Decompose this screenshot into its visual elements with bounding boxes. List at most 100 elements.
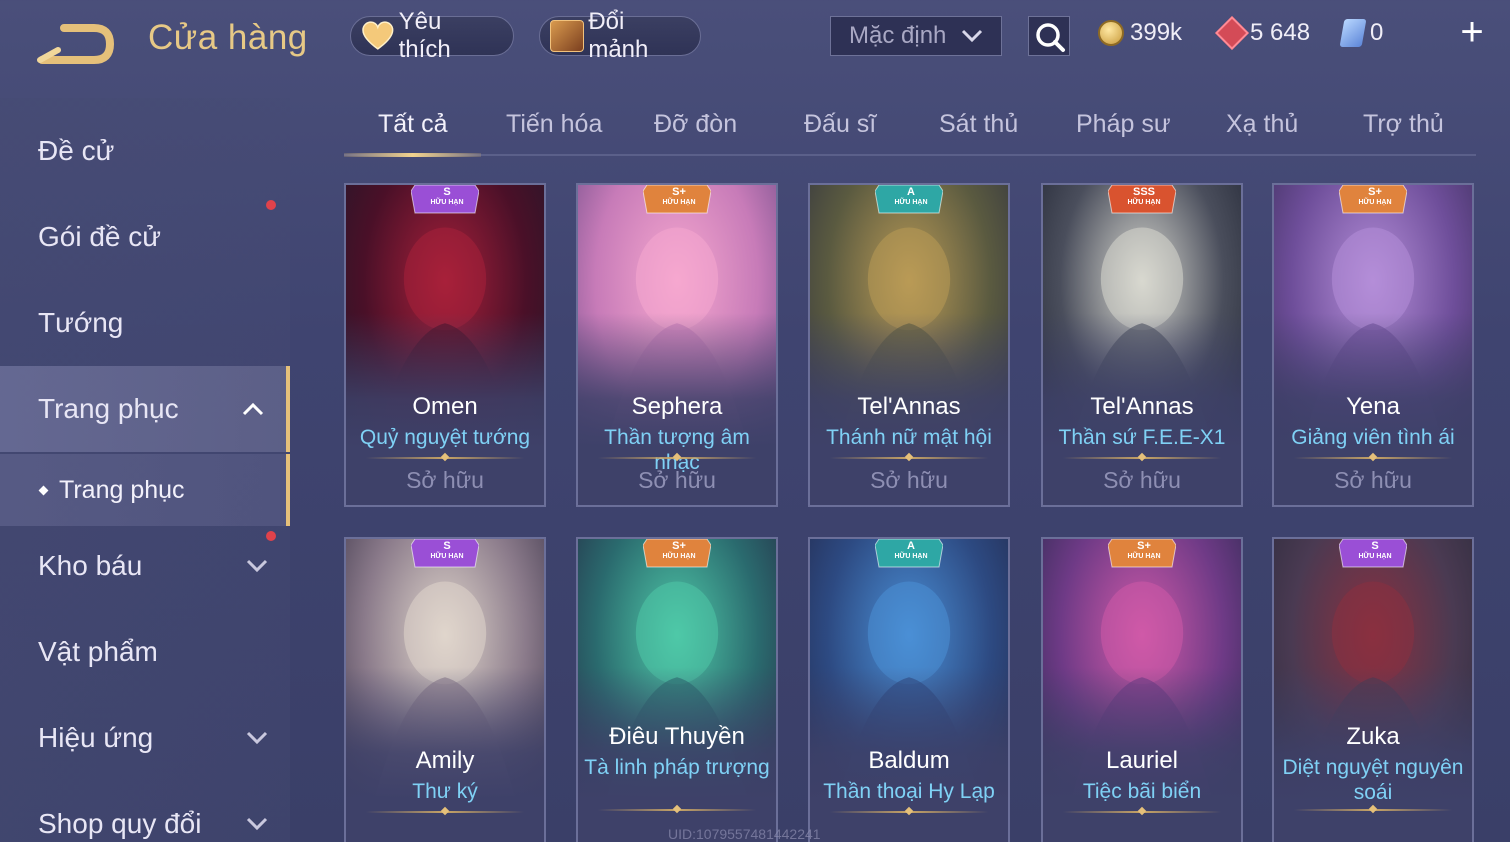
skin-card[interactable]: S+ HỮU HẠN Sephera Thần tượng âm nhạc Sở…: [576, 183, 778, 507]
chevron-down-icon: [246, 559, 268, 573]
skin-name: Quỷ nguyệt tướng: [359, 426, 531, 449]
hero-name: Sephera: [631, 393, 723, 420]
skin-card[interactable]: S HỮU HẠN Amily Thư ký: [344, 537, 546, 842]
tab-mage[interactable]: Pháp sư: [1076, 110, 1171, 139]
ownership-status: Sở hữu: [1103, 467, 1181, 493]
skin-name: Diệt nguyệt nguyên soái: [1282, 756, 1464, 804]
skin-card[interactable]: S HỮU HẠN Omen Quỷ nguyệt tướng Sở hữu: [344, 183, 546, 507]
sidebar-item-exchange-shop[interactable]: Shop quy đổi: [0, 781, 290, 842]
sidebar-item-skins[interactable]: Trang phục: [0, 366, 290, 452]
sidebar-item-treasure[interactable]: Kho báu: [0, 523, 290, 609]
hero-name: Tel'Annas: [1090, 393, 1194, 420]
tab-support[interactable]: Trợ thủ: [1363, 110, 1444, 139]
sidebar-item-label: Hiệu ứng: [38, 722, 154, 753]
sidebar: Đề cử Gói đề cử Tướng Trang phục Trang p…: [0, 98, 290, 842]
card-divider: [598, 809, 756, 811]
limited-label: HỮU HẠN: [430, 553, 464, 560]
hero-name: Zuka: [1346, 723, 1400, 750]
skin-name: Thần thoại Hy Lạp: [823, 780, 995, 803]
card-divider: [598, 457, 756, 459]
card-divider: [1063, 457, 1221, 459]
sidebar-item-label: Vật phẩm: [38, 636, 158, 667]
skin-name: Thư ký: [412, 780, 478, 803]
hero-name: Baldum: [868, 747, 950, 774]
sort-dropdown[interactable]: Mặc định: [830, 16, 1002, 56]
ownership-status: Sở hữu: [1334, 467, 1412, 493]
sort-value: Mặc định: [849, 22, 947, 49]
search-button[interactable]: [1028, 16, 1070, 56]
skin-card[interactable]: A HỮU HẠN Baldum Thần thoại Hy Lạp: [808, 537, 1010, 842]
card-divider: [830, 811, 988, 813]
rarity-tier: S: [443, 540, 451, 552]
sidebar-item-label: Trang phục: [38, 393, 179, 424]
chevron-up-icon: [242, 402, 264, 416]
chevron-down-icon: [961, 29, 983, 43]
card-divider: [830, 457, 988, 459]
skin-card[interactable]: S HỮU HẠN Zuka Diệt nguyệt nguyên soái: [1272, 537, 1474, 842]
voucher-amount: 0: [1370, 19, 1384, 46]
top-bar: Cửa hàng Yêu thích Đổi mảnh Mặc định 399…: [0, 0, 1510, 80]
exchange-label: Đổi mảnh: [588, 8, 649, 63]
treasure-chest-icon: [550, 20, 585, 52]
rarity-tier: S+: [1368, 186, 1382, 198]
hero-name: Lauriel: [1105, 747, 1179, 774]
sidebar-item-recommended-bundles[interactable]: Gói đề cử: [0, 194, 290, 280]
limited-label: HỮU HẠN: [894, 553, 928, 560]
skin-card[interactable]: S+ HỮU HẠN Yena Giảng viên tình ái Sở hữ…: [1272, 183, 1474, 507]
tab-evolution[interactable]: Tiến hóa: [506, 110, 602, 139]
chevron-down-icon: [246, 817, 268, 831]
sidebar-item-label: Gói đề cử: [38, 221, 162, 252]
skin-card[interactable]: A HỮU HẠN Tel'Annas Thánh nữ mật hội Sở …: [808, 183, 1010, 507]
gem-amount: 5 648: [1250, 19, 1311, 46]
uid-watermark: UID:1079557481442241: [668, 826, 821, 842]
back-button[interactable]: [36, 22, 116, 66]
skin-name: Thánh nữ mật hội: [826, 426, 992, 449]
ownership-status: Sở hữu: [406, 467, 484, 493]
ownership-status: Sở hữu: [638, 467, 716, 493]
favorite-button[interactable]: Yêu thích: [350, 8, 514, 63]
skin-card[interactable]: SSS HỮU HẠN Tel'Annas Thần sứ F.E.E-X1 S…: [1041, 183, 1243, 507]
sidebar-item-effects[interactable]: Hiệu ứng: [0, 695, 290, 781]
limited-label: HỮU HẠN: [430, 199, 464, 206]
hero-name: Yena: [1346, 393, 1400, 420]
sidebar-item-label: Đề cử: [38, 135, 115, 166]
exchange-fragments-button[interactable]: Đổi mảnh: [539, 8, 701, 63]
ownership-status: Sở hữu: [870, 467, 948, 493]
chevron-down-icon: [246, 731, 268, 745]
favorite-label: Yêu thích: [398, 8, 451, 63]
add-currency-button[interactable]: +: [1452, 12, 1492, 52]
sidebar-item-heroes[interactable]: Tướng: [0, 280, 290, 366]
back-arrow-icon: [37, 24, 115, 64]
rarity-tier: S: [1371, 540, 1379, 552]
limited-label: HỮU HẠN: [662, 553, 696, 560]
rarity-tier: SSS: [1132, 186, 1155, 198]
limited-label: HỮU HẠN: [1127, 553, 1161, 560]
sidebar-item-label: Shop quy đổi: [38, 808, 202, 839]
limited-label: HỮU HẠN: [1358, 199, 1392, 206]
hero-name: Điêu Thuyền: [609, 723, 745, 750]
card-divider: [1063, 811, 1221, 813]
skin-card[interactable]: S+ HỮU HẠN Lauriel Tiệc bãi biển: [1041, 537, 1243, 842]
ruby-gem-icon: [1215, 16, 1249, 50]
limited-label: HỮU HẠN: [894, 199, 928, 206]
gold-coin-icon: [1098, 20, 1124, 46]
sidebar-subitem-skins[interactable]: Trang phục: [0, 454, 290, 526]
tab-assassin[interactable]: Sát thủ: [939, 110, 1018, 139]
card-divider: [366, 457, 524, 459]
gold-amount: 399k: [1130, 19, 1183, 46]
heart-icon: [362, 21, 394, 50]
sidebar-item-label: Tướng: [38, 307, 124, 338]
skin-card[interactable]: S+ HỮU HẠN Điêu Thuyền Tà linh pháp trượ…: [576, 537, 778, 842]
rarity-tier: A: [907, 186, 915, 198]
sidebar-item-recommended[interactable]: Đề cử: [0, 108, 290, 194]
tab-marksman[interactable]: Xạ thủ: [1226, 110, 1298, 139]
sidebar-item-items[interactable]: Vật phẩm: [0, 609, 290, 695]
tab-all[interactable]: Tất cả: [378, 110, 447, 139]
category-tabs: Tất cả Tiến hóa Đỡ đòn Đấu sĩ Sát thủ Ph…: [344, 100, 1476, 157]
tab-tank[interactable]: Đỡ đòn: [654, 110, 737, 139]
tab-fighter[interactable]: Đấu sĩ: [804, 110, 876, 139]
plus-icon: +: [1460, 10, 1484, 54]
card-divider: [366, 811, 524, 813]
hero-name: Amily: [415, 747, 475, 774]
limited-label: HỮU HẠN: [1127, 199, 1161, 206]
